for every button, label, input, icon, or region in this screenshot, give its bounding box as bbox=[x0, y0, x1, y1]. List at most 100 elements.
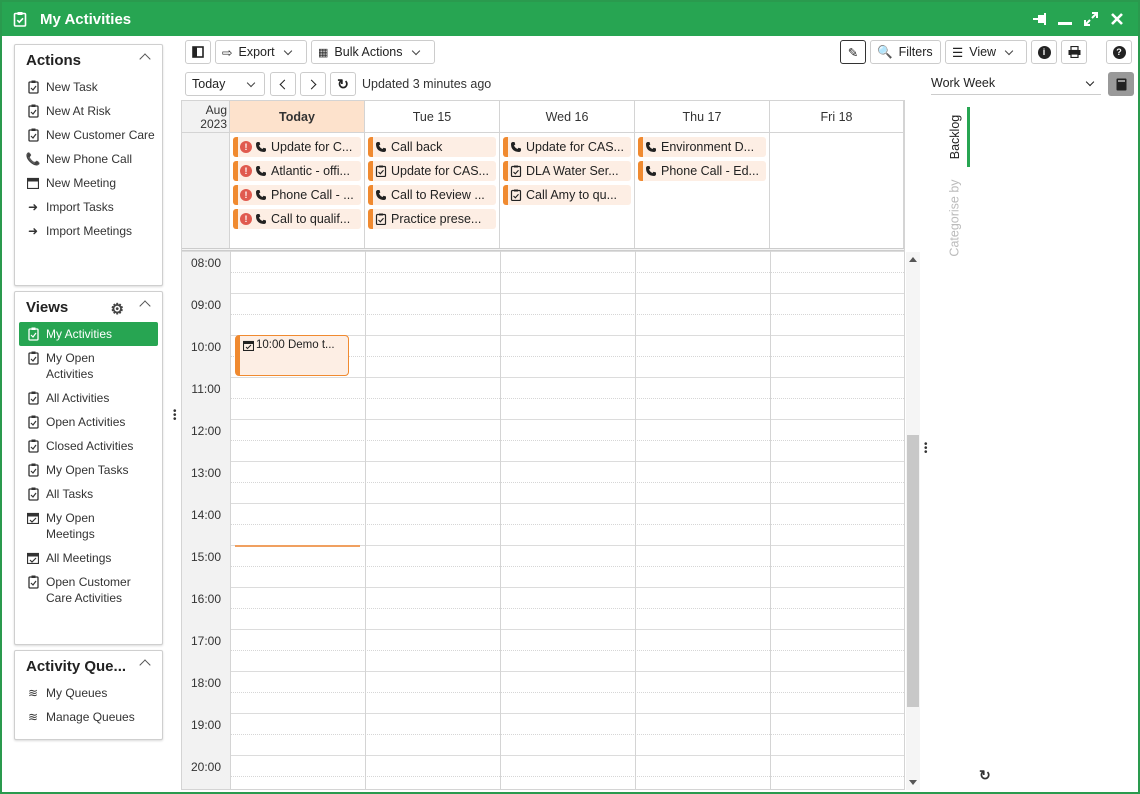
today-select[interactable]: Today bbox=[185, 72, 265, 96]
book-button[interactable] bbox=[1108, 72, 1134, 96]
time-label: 10:00 bbox=[182, 336, 230, 378]
minimize-icon[interactable] bbox=[1056, 11, 1074, 27]
alert-icon: ! bbox=[240, 141, 252, 153]
day-header-today[interactable]: Today bbox=[230, 101, 365, 133]
day-header-fri[interactable]: Fri 18 bbox=[770, 101, 904, 133]
time-row[interactable]: 12:00 bbox=[182, 419, 904, 462]
prev-button[interactable] bbox=[270, 72, 296, 96]
time-row[interactable]: 18:00 bbox=[182, 671, 904, 714]
calendar-event[interactable]: Environment D... bbox=[638, 137, 766, 157]
clipboard-check-icon bbox=[13, 12, 27, 27]
import-icon: ➜ bbox=[27, 224, 39, 238]
left-splitter-handle[interactable]: • • • bbox=[173, 407, 177, 425]
views-header[interactable]: Views ⚙ bbox=[15, 292, 162, 322]
gear-icon[interactable]: ⚙ bbox=[111, 300, 124, 318]
action-import-tasks[interactable]: ➜ Import Tasks bbox=[15, 195, 162, 219]
pin-icon[interactable] bbox=[1032, 11, 1050, 27]
calendar-event[interactable]: Phone Call - Ed... bbox=[638, 161, 766, 181]
view-all-activities[interactable]: All Activities bbox=[15, 386, 162, 410]
calendar-event[interactable]: DLA Water Ser... bbox=[503, 161, 631, 181]
chevron-up-icon[interactable] bbox=[139, 300, 151, 312]
phone-icon bbox=[255, 165, 271, 177]
time-row[interactable]: 20:00 bbox=[182, 755, 904, 789]
toggle-sidebar-button[interactable] bbox=[185, 40, 211, 64]
view-my-activities[interactable]: My Activities bbox=[19, 322, 158, 346]
filters-label: Filters bbox=[898, 45, 933, 59]
calendar-event[interactable]: ! Call to qualif... bbox=[233, 209, 361, 229]
day-header-thu[interactable]: Thu 17 bbox=[635, 101, 770, 133]
event-title: Practice prese... bbox=[391, 212, 482, 226]
time-row[interactable]: 17:00 bbox=[182, 629, 904, 672]
view-all-meetings[interactable]: All Meetings bbox=[15, 546, 162, 570]
view-my-open-meetings[interactable]: My Open Meetings bbox=[15, 506, 162, 546]
edit-button[interactable]: ✎ bbox=[840, 40, 866, 64]
next-button[interactable] bbox=[300, 72, 326, 96]
refresh-button[interactable]: ↻ bbox=[330, 72, 356, 96]
view-my-open-activities[interactable]: My Open Activities bbox=[15, 346, 162, 386]
export-button[interactable]: ⇨ Export bbox=[215, 40, 307, 64]
print-button[interactable] bbox=[1061, 40, 1087, 64]
time-row[interactable]: 14:00 bbox=[182, 503, 904, 546]
scroll-down-arrow-icon[interactable] bbox=[909, 780, 917, 785]
close-icon[interactable] bbox=[1108, 11, 1126, 27]
calendar-event[interactable]: Practice prese... bbox=[368, 209, 496, 229]
view-closed-activities[interactable]: Closed Activities bbox=[15, 434, 162, 458]
action-new-at-risk[interactable]: New At Risk bbox=[15, 99, 162, 123]
time-row[interactable]: 13:00 bbox=[182, 461, 904, 504]
view-my-open-tasks[interactable]: My Open Tasks bbox=[15, 458, 162, 482]
view-open-customer-care[interactable]: Open Customer Care Activities bbox=[15, 570, 162, 610]
book-icon bbox=[1116, 78, 1126, 90]
time-row[interactable]: 15:00 bbox=[182, 545, 904, 588]
filters-button[interactable]: 🔍 Filters bbox=[870, 40, 941, 64]
range-select[interactable]: Work Week bbox=[931, 72, 1101, 95]
chevron-up-icon[interactable] bbox=[139, 53, 151, 65]
action-new-phone-call[interactable]: 📞 New Phone Call bbox=[15, 147, 162, 171]
calendar-event[interactable]: ! Update for C... bbox=[233, 137, 361, 157]
calendar-event[interactable]: Update for CAS... bbox=[368, 161, 496, 181]
meeting-event[interactable]: 10:00 Demo t... bbox=[235, 335, 349, 376]
time-row[interactable]: 16:00 bbox=[182, 587, 904, 630]
action-import-meetings[interactable]: ➜ Import Meetings bbox=[15, 219, 162, 243]
view-open-activities[interactable]: Open Activities bbox=[15, 410, 162, 434]
scroll-up-arrow-icon[interactable] bbox=[909, 257, 917, 262]
view-label: My Open Activities bbox=[46, 351, 95, 381]
action-new-meeting[interactable]: New Meeting bbox=[15, 171, 162, 195]
bulk-actions-button[interactable]: ▦ Bulk Actions bbox=[311, 40, 435, 64]
queues-header[interactable]: Activity Que... bbox=[15, 651, 162, 681]
help-button[interactable]: ? bbox=[1106, 40, 1132, 64]
event-title: Phone Call - ... bbox=[271, 188, 354, 202]
time-row[interactable]: 19:00 bbox=[182, 713, 904, 756]
task-icon bbox=[26, 127, 40, 143]
chevron-up-icon[interactable] bbox=[139, 659, 151, 671]
maximize-icon[interactable] bbox=[1082, 11, 1100, 27]
action-new-customer-care[interactable]: New Customer Care bbox=[15, 123, 162, 147]
view-button[interactable]: ☰ View bbox=[945, 40, 1027, 64]
time-label: 09:00 bbox=[182, 294, 230, 336]
time-row[interactable]: 09:00 bbox=[182, 293, 904, 336]
day-header-wed[interactable]: Wed 16 bbox=[500, 101, 635, 133]
right-splitter-handle[interactable]: • • • bbox=[924, 440, 928, 458]
day-header-tue[interactable]: Tue 15 bbox=[365, 101, 500, 133]
queue-my-queues[interactable]: ≋ My Queues bbox=[15, 681, 162, 705]
calendar-event[interactable]: Call to Review ... bbox=[368, 185, 496, 205]
calendar-event[interactable]: ! Phone Call - ... bbox=[233, 185, 361, 205]
time-row[interactable]: 11:00 bbox=[182, 377, 904, 420]
time-row[interactable]: 08:00 bbox=[182, 251, 904, 294]
refresh-icon: ↻ bbox=[337, 75, 349, 92]
queue-manage-queues[interactable]: ≋ Manage Queues bbox=[15, 705, 162, 729]
view-label: Open Activities bbox=[46, 415, 126, 429]
time-label: 15:00 bbox=[182, 546, 230, 588]
info-button[interactable]: i bbox=[1031, 40, 1057, 64]
calendar-event[interactable]: ! Atlantic - offi... bbox=[233, 161, 361, 181]
view-all-tasks[interactable]: All Tasks bbox=[15, 482, 162, 506]
tab-categorise[interactable]: Categorise by bbox=[946, 174, 964, 262]
actions-header[interactable]: Actions bbox=[15, 45, 162, 75]
calendar-scrollbar[interactable] bbox=[906, 252, 920, 790]
scrollbar-thumb[interactable] bbox=[907, 435, 919, 707]
action-new-task[interactable]: New Task bbox=[15, 75, 162, 99]
calendar-event[interactable]: Call back bbox=[368, 137, 496, 157]
calendar-event[interactable]: Call Amy to qu... bbox=[503, 185, 631, 205]
tab-backlog[interactable]: Backlog bbox=[946, 107, 964, 167]
calendar-event[interactable]: Update for CAS... bbox=[503, 137, 631, 157]
side-refresh-icon[interactable]: ↻ bbox=[979, 767, 991, 784]
